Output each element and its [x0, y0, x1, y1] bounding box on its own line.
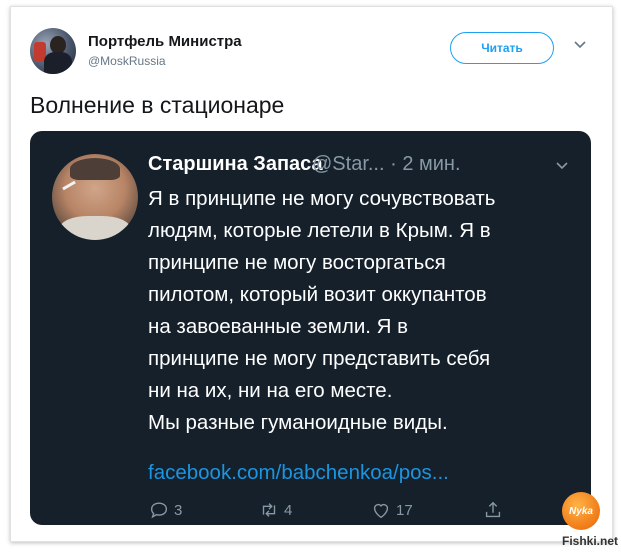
body-line: Я в принципе не могу сочувствовать — [148, 187, 496, 210]
avatar-cigarette — [62, 180, 76, 191]
embedded-author-name: Старшина Запаса — [148, 153, 323, 175]
like-count: 17 — [396, 501, 413, 519]
nyka-badge: Nyka — [562, 492, 600, 530]
chevron-down-icon — [556, 162, 568, 170]
body-line: на завоеванные земли. Я в — [148, 315, 409, 338]
avatar[interactable] — [30, 28, 76, 74]
avatar-body — [44, 52, 72, 74]
like-action: 17 — [370, 499, 413, 521]
body-line: пилотом, который возит оккупантов — [148, 283, 487, 306]
avatar-hair — [70, 158, 120, 180]
reply-action: 3 — [148, 499, 182, 521]
share-action — [482, 499, 504, 521]
retweet-count: 4 — [284, 501, 293, 519]
reply-count: 3 — [174, 501, 183, 519]
embedded-tweet-body: Я в принципе не могу сочувствовать людям… — [148, 183, 578, 439]
author-handle[interactable]: @MoskRussia — [88, 54, 166, 68]
heart-icon — [373, 503, 389, 519]
follow-button[interactable]: Читать — [450, 32, 554, 64]
retweet-icon — [262, 503, 276, 517]
body-line: принципе не могу представить себя — [148, 347, 491, 370]
body-line: Мы разные гуманоидные виды. — [148, 411, 448, 434]
tweet-text: Волнение в стационаре — [30, 92, 285, 118]
embedded-action-bar: 3 4 17 — [148, 499, 588, 525]
body-line: людям, которые летели в Крым. Я в — [148, 219, 491, 242]
author-name[interactable]: Портфель Министра — [88, 33, 242, 50]
embedded-link: facebook.com/babchenkoa/pos... — [148, 461, 449, 484]
avatar-shirt — [60, 216, 130, 240]
chevron-down-icon[interactable] — [572, 36, 588, 52]
watermark: Fishki.net — [562, 534, 619, 548]
body-line: принципе не могу восторгаться — [148, 251, 446, 274]
embedded-tweet-screenshot: Старшина Запаса @Star... · 2 мин. Я в пр… — [30, 131, 591, 525]
embedded-author-meta: @Star... · 2 мин. — [312, 153, 461, 175]
embedded-avatar — [52, 154, 138, 240]
reply-icon — [150, 502, 168, 519]
tweet-header: Портфель Министра @MoskRussia Читать — [20, 26, 600, 76]
retweet-action: 4 — [258, 499, 292, 521]
body-line: ни на их, ни на его месте. — [148, 379, 393, 402]
share-icon — [485, 501, 501, 518]
